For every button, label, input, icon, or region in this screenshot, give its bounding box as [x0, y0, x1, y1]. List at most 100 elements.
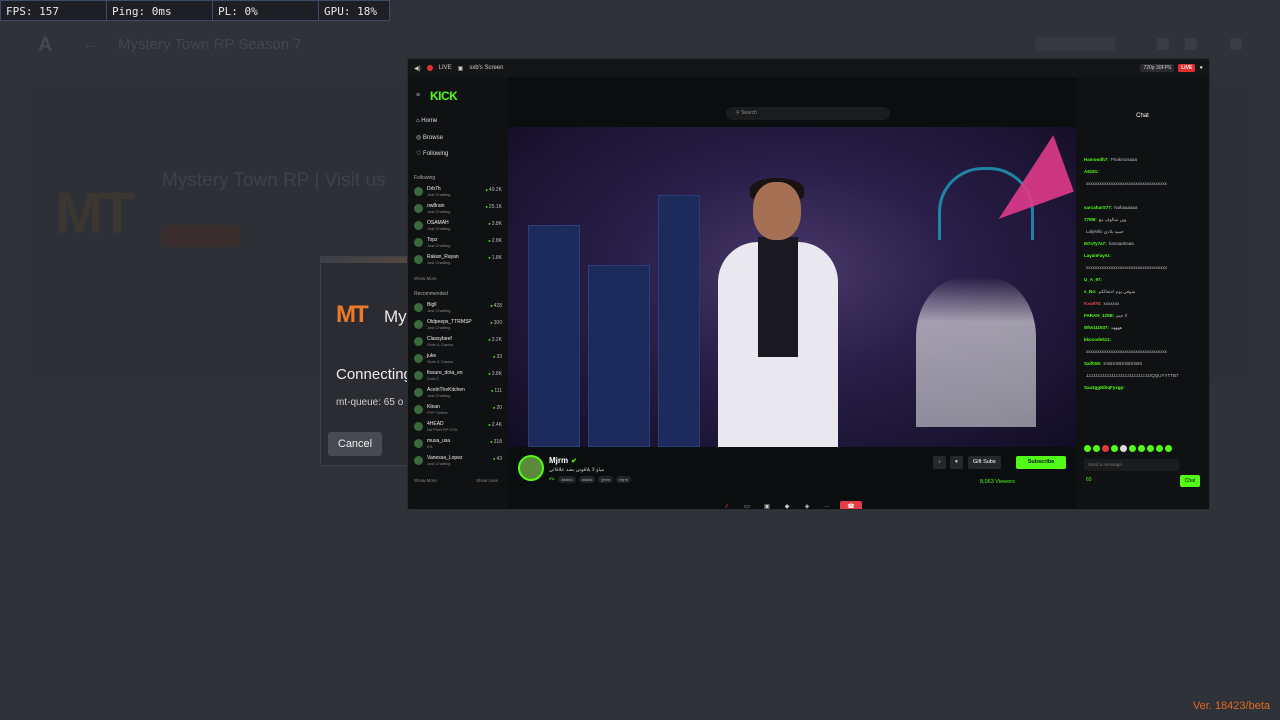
tag[interactable]: mjrm	[616, 476, 632, 483]
chat-input[interactable]: Send a message	[1084, 459, 1179, 471]
chat-text: ههههه	[1111, 325, 1123, 330]
screen-share-window[interactable]: ◀) LIVE ▣ sxb's Screen 720p 30FPS LIVE ●…	[407, 58, 1210, 510]
viewer-count: 8,063 Viewers	[980, 479, 1015, 485]
nav-following[interactable]: ♡ Following	[416, 150, 448, 157]
channel-item[interactable]: KleanPVP Online20	[414, 403, 502, 417]
screen-share-icon[interactable]: ▣	[760, 502, 774, 509]
channel-item[interactable]: musa_usaIRL318	[414, 437, 502, 451]
emote-icon	[1120, 445, 1127, 452]
menu-icon[interactable]: ≡	[416, 92, 420, 99]
chat-username[interactable]: Wlw111937:	[1084, 325, 1109, 330]
channel-item[interactable]: 4HEADNo Pixel RP GTA2.4K	[414, 420, 502, 434]
stream-title: مياو لا يلاقوني بضد علاقاتي	[549, 467, 605, 473]
chat-message: sarcaharS77: Nahaaaaaa	[1084, 205, 1202, 217]
packet-loss-stat: PL: 0%	[212, 0, 318, 21]
channel-item[interactable]: ClassybeefSlots & Casino3.2K	[414, 335, 502, 349]
channel-item[interactable]: Drb7hJust Chatting49.2K	[414, 185, 502, 199]
emote-row[interactable]	[1084, 445, 1172, 452]
channel-item[interactable]: fissure_dota_enDota 23.8K	[414, 369, 502, 383]
chat-message: LayanFayez:	[1084, 253, 1202, 265]
chat-message: Hamoodh7: Pnakrsosaaa	[1084, 157, 1202, 169]
channel-item[interactable]: TopzJust Chatting2.8K	[414, 236, 502, 250]
heart-icon[interactable]: ♥	[950, 456, 963, 469]
tag[interactable]: arabic	[578, 476, 596, 483]
tag[interactable]: Arabic	[558, 476, 576, 483]
chat-username[interactable]: Kxu975:	[1084, 301, 1102, 306]
gift-subs-button[interactable]: Gift Subs	[968, 456, 1001, 469]
maximize-icon[interactable]	[1185, 38, 1197, 50]
soundboard-icon[interactable]: ◈	[800, 502, 814, 509]
show-more-link-2[interactable]: Show More	[414, 478, 437, 483]
chat-username[interactable]: U_A_97:	[1084, 277, 1102, 282]
nav-browse[interactable]: ◎ Browse	[416, 134, 443, 141]
emote-icon	[1147, 445, 1154, 452]
nav-home[interactable]: ⌂ Home	[416, 118, 437, 124]
chat-text: شوفي يوم احتفالكم	[1098, 289, 1136, 294]
emote-icon	[1156, 445, 1163, 452]
chat-message	[1084, 193, 1202, 205]
chat-username[interactable]: s_Bo:	[1084, 289, 1097, 294]
back-arrow-icon[interactable]: ←	[82, 36, 98, 54]
chat-username[interactable]: 77M6:	[1084, 217, 1097, 222]
more-options-icon[interactable]: ···	[820, 502, 834, 509]
chat-message: LalyMilo حبيبه بلادي	[1084, 229, 1202, 241]
cancel-button[interactable]: Cancel	[328, 432, 382, 456]
channel-item[interactable]: AcelnTheKitchenJust Chatting111	[414, 386, 502, 400]
chat-username[interactable]: Hamoodh7:	[1084, 157, 1109, 162]
server-page-title: Mystery Town RP Season 7	[118, 36, 302, 53]
kick-logo[interactable]: KICK	[430, 89, 458, 103]
category-link[interactable]: IRL	[549, 476, 555, 483]
chat-text: hanaaahaaa	[1108, 241, 1134, 246]
screen-icon: ▣	[457, 65, 464, 72]
chat-username[interactable]: sarcaharS77:	[1084, 205, 1112, 210]
screen-label: sxb's Screen	[469, 65, 504, 71]
channel-item[interactable]: OSAMAHJust Chatting3.8K	[414, 219, 502, 233]
quality-badge: 720p 30FPS	[1140, 64, 1175, 72]
activity-icon[interactable]: ◆	[780, 502, 794, 509]
bell-icon[interactable]: ♪	[933, 456, 946, 469]
minimize-icon[interactable]	[1157, 38, 1169, 50]
server-name: Mystery Town RP | Visit us	[162, 170, 386, 191]
stream-video[interactable]	[508, 127, 1076, 447]
streamer-name[interactable]: Mjrm ✔	[549, 456, 577, 465]
volume-icon[interactable]: ◀)	[414, 65, 421, 72]
account-pill[interactable]	[1035, 37, 1115, 51]
chat-username[interactable]: M7aTy7a7:	[1084, 241, 1107, 246]
chat-username[interactable]: kkocode511:	[1084, 337, 1111, 342]
mic-muted-icon[interactable]: ⁄⁄	[720, 502, 734, 509]
building-shape	[528, 225, 580, 447]
show-less-link[interactable]: Show Less	[476, 478, 498, 483]
subscribe-button[interactable]: Subscribe	[1016, 456, 1066, 469]
channel-item[interactable]: Vanessa_LopezJust Chatting43	[414, 454, 502, 468]
camera-icon[interactable]: ▭	[740, 502, 754, 509]
chat-bubble-icon[interactable]: ●	[1199, 65, 1203, 71]
chat-username[interactable]: FARAH_120B:	[1084, 313, 1114, 318]
close-icon[interactable]	[1230, 38, 1242, 50]
channel-item[interactable]: ow8rainJust Chatting25.1K	[414, 202, 502, 216]
chat-username[interactable]: Saif008:	[1084, 361, 1101, 366]
tag[interactable]: jeem	[598, 476, 614, 483]
chat-send-button[interactable]: Chat	[1180, 475, 1200, 487]
disconnect-icon[interactable]: ☎	[840, 501, 862, 509]
crowd-shape	[916, 277, 1036, 427]
channel-item[interactable]: Oldpeeps_TTRMSPJust Chatting300	[414, 318, 502, 332]
connect-button[interactable]	[162, 225, 240, 247]
stream-info-bar: Mjrm ✔ مياو لا يلاقوني بضد علاقاتي IRL Ar…	[508, 449, 1076, 509]
chat-username[interactable]: A8181:	[1084, 169, 1099, 174]
streamer-avatar[interactable]	[518, 455, 544, 481]
ping-stat: Ping: 0ms	[106, 0, 212, 21]
channel-item[interactable]: BigllJust Chatting428	[414, 301, 502, 315]
chat-text: xxxxxxxxxxxxxxxxxxxxxxxxxxxxxxxxxxxx	[1086, 349, 1167, 354]
kick-search-input[interactable]: ⚲ Search	[726, 107, 890, 120]
live-badge: LIVE	[1178, 64, 1196, 72]
channel-item[interactable]: Rakan_RayanJust Chatting1.8K	[414, 253, 502, 267]
connecting-status: Connecting	[336, 366, 412, 383]
recommended-header: Recommended	[414, 291, 448, 297]
chat-message: 77M6: وين سالوف مع	[1084, 217, 1202, 229]
show-more-link[interactable]: Show More	[414, 276, 437, 281]
chat-username[interactable]: LayanFayez:	[1084, 253, 1111, 258]
chat-username[interactable]: Saa3ggNlhqFyxgp:	[1084, 385, 1125, 390]
chat-panel: Chat Hamoodh7: Pnakrsosaaa A8181: xxxxxxxxx…	[1076, 77, 1209, 509]
channel-item[interactable]: jukeSlots & Casino33	[414, 352, 502, 366]
mt-logo-icon: MT	[336, 301, 369, 328]
